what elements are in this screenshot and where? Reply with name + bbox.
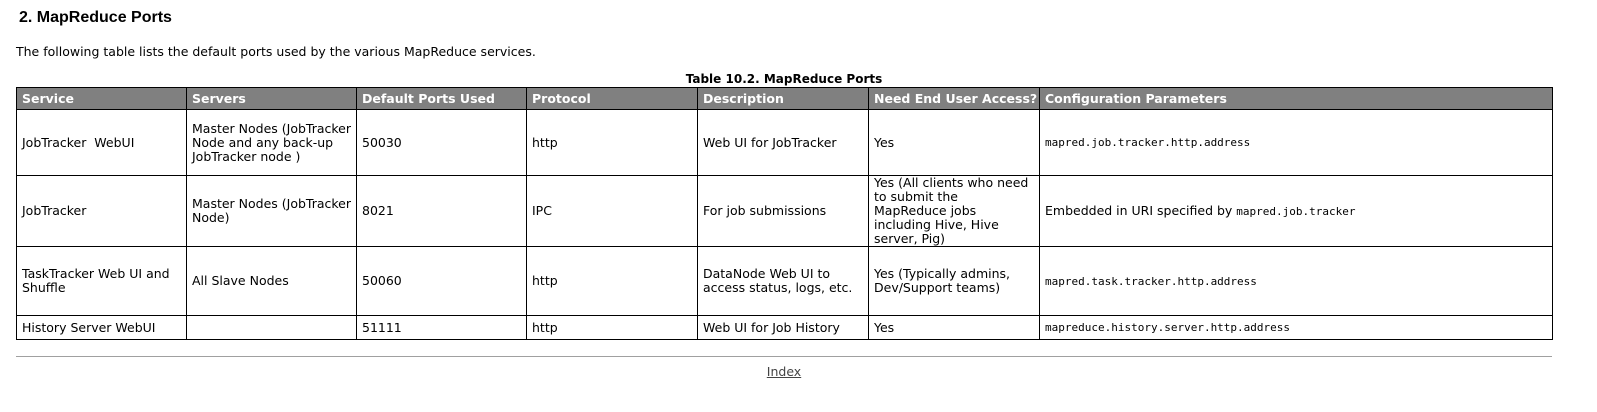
table-row: JobTracker Master Nodes (JobTracker Node… — [16, 175, 1553, 247]
cell-access: Yes (All clients who need to submit the … — [868, 175, 1040, 247]
column-header-default-ports: Default Ports Used — [356, 87, 527, 110]
cell-description: For job submissions — [697, 175, 869, 247]
config-text: Embedded in URI specified by — [1045, 202, 1237, 218]
cell-description: Web UI for Job History — [697, 315, 869, 340]
cell-service: TaskTracker Web UI and Shuffle — [16, 246, 187, 316]
cell-service: History Server WebUI — [16, 315, 187, 340]
config-code: mapred.job.tracker.http.address — [1045, 136, 1251, 149]
section-heading: 2. MapReduce Ports — [19, 9, 172, 26]
table-header-row: Service Servers Default Ports Used Proto… — [16, 87, 1553, 110]
column-header-service: Service — [16, 87, 187, 110]
cell-access: Yes (Typically admins, Dev/Support teams… — [868, 246, 1040, 316]
cell-description: DataNode Web UI to access status, logs, … — [697, 246, 869, 316]
cell-servers — [186, 315, 357, 340]
cell-access: Yes — [868, 315, 1040, 340]
cell-port: 51111 — [356, 315, 527, 340]
table-caption: Table 10.2. MapReduce Ports — [685, 72, 883, 86]
section-intro: The following table lists the default po… — [16, 44, 536, 59]
column-header-servers: Servers — [186, 87, 357, 110]
cell-port: 8021 — [356, 175, 527, 247]
cell-config: mapred.job.tracker.http.address — [1039, 109, 1553, 176]
cell-servers: Master Nodes (JobTracker Node) — [186, 175, 357, 247]
cell-service: JobTracker — [16, 175, 187, 247]
cell-description: Web UI for JobTracker — [697, 109, 869, 176]
column-header-config-params: Configuration Parameters — [1039, 87, 1553, 110]
cell-protocol: http — [526, 315, 698, 340]
footer-divider — [16, 356, 1552, 357]
column-header-end-user-access: Need End User Access? — [868, 87, 1040, 110]
cell-servers: All Slave Nodes — [186, 246, 357, 316]
table-row: TaskTracker Web UI and Shuffle All Slave… — [16, 246, 1553, 316]
table-row: History Server WebUI 51111 http Web UI f… — [16, 315, 1553, 340]
column-header-description: Description — [697, 87, 869, 110]
index-link[interactable]: Index — [767, 364, 801, 379]
cell-config: Embedded in URI specified by mapred.job.… — [1039, 175, 1553, 247]
cell-protocol: http — [526, 246, 698, 316]
config-code: mapred.job.tracker — [1236, 204, 1356, 218]
column-header-protocol: Protocol — [526, 87, 698, 110]
cell-service: JobTracker WebUI — [16, 109, 187, 176]
cell-protocol: http — [526, 109, 698, 176]
cell-port: 50030 — [356, 109, 527, 176]
cell-port: 50060 — [356, 246, 527, 316]
footer-nav: Index — [16, 364, 1552, 379]
table-row: JobTracker WebUI Master Nodes (JobTracke… — [16, 109, 1553, 176]
cell-config: mapred.task.tracker.http.address — [1039, 246, 1553, 316]
cell-servers: Master Nodes (JobTracker Node and any ba… — [186, 109, 357, 176]
cell-config: mapreduce.history.server.http.address — [1039, 315, 1553, 340]
mapreduce-ports-table: Service Servers Default Ports Used Proto… — [16, 87, 1553, 340]
config-code: mapreduce.history.server.http.address — [1045, 321, 1291, 334]
cell-access: Yes — [868, 109, 1040, 176]
cell-protocol: IPC — [526, 175, 698, 247]
config-code: mapred.task.tracker.http.address — [1045, 274, 1257, 288]
